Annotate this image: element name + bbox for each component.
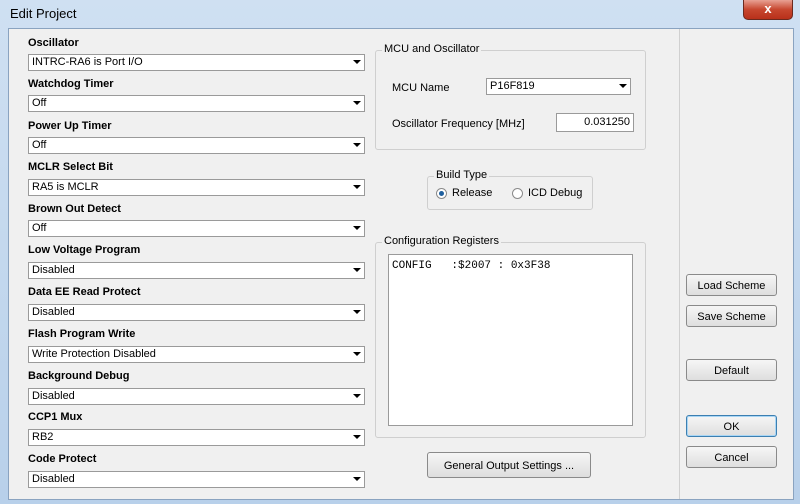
oscillator-combo[interactable]: INTRC-RA6 is Port I/O: [28, 54, 365, 71]
code-protect-value: Disabled: [32, 473, 75, 485]
save-scheme-label: Save Scheme: [697, 311, 766, 323]
mcu-name-value: P16F819: [490, 80, 535, 92]
chevron-down-icon: [353, 268, 361, 272]
build-type-group: Build Type Release ICD Debug: [427, 169, 593, 210]
mcu-name-combo[interactable]: P16F819: [486, 78, 631, 95]
chevron-down-icon: [353, 435, 361, 439]
chevron-down-icon: [353, 310, 361, 314]
power-up-timer-value: Off: [32, 139, 47, 151]
mclr-select-bit-combo[interactable]: RA5 is MCLR: [28, 179, 365, 196]
background-debug-label: Background Debug: [28, 370, 130, 382]
general-output-settings-button[interactable]: General Output Settings ...: [427, 452, 591, 478]
mcu-oscillator-group: MCU and Oscillator MCU Name P16F819 Osci…: [375, 43, 646, 150]
background-debug-combo[interactable]: Disabled: [28, 388, 365, 405]
save-scheme-button[interactable]: Save Scheme: [686, 305, 777, 327]
mcu-oscillator-group-title: MCU and Oscillator: [382, 43, 482, 55]
data-ee-read-protect-value: Disabled: [32, 306, 75, 318]
general-output-settings-label: General Output Settings ...: [443, 460, 575, 472]
power-up-timer-combo[interactable]: Off: [28, 137, 365, 154]
background-debug-value: Disabled: [32, 390, 75, 402]
flash-program-write-label: Flash Program Write: [28, 328, 136, 340]
load-scheme-label: Load Scheme: [697, 280, 766, 292]
oscillator-frequency-label: Oscillator Frequency [MHz]: [392, 118, 525, 130]
code-protect-combo[interactable]: Disabled: [28, 471, 365, 488]
flash-program-write-combo[interactable]: Write Protection Disabled: [28, 346, 365, 363]
configuration-registers-group: Configuration Registers CONFIG :$2007 : …: [375, 235, 646, 438]
release-radio-label[interactable]: Release: [452, 187, 492, 199]
code-protect-label: Code Protect: [28, 453, 97, 465]
icd-debug-radio-label[interactable]: ICD Debug: [528, 187, 582, 199]
low-voltage-program-combo[interactable]: Disabled: [28, 262, 365, 279]
mclr-select-bit-value: RA5 is MCLR: [32, 181, 99, 193]
chevron-down-icon: [353, 185, 361, 189]
flash-program-write-value: Write Protection Disabled: [32, 348, 156, 360]
edit-project-window: Edit Project x Oscillator INTRC-RA6 is P…: [0, 0, 800, 504]
low-voltage-program-value: Disabled: [32, 264, 75, 276]
ok-label: OK: [723, 421, 740, 433]
configuration-registers-textbox[interactable]: CONFIG :$2007 : 0x3F38: [388, 254, 633, 426]
oscillator-frequency-input[interactable]: 0.031250: [556, 113, 634, 132]
low-voltage-program-label: Low Voltage Program: [28, 244, 141, 256]
ccp1-mux-value: RB2: [32, 431, 54, 443]
ccp1-mux-label: CCP1 Mux: [28, 411, 83, 423]
default-label: Default: [714, 365, 749, 377]
chevron-down-icon: [353, 101, 361, 105]
watchdog-timer-value: Off: [32, 97, 47, 109]
data-ee-read-protect-combo[interactable]: Disabled: [28, 304, 365, 321]
oscillator-label: Oscillator: [28, 37, 79, 49]
chevron-down-icon: [353, 394, 361, 398]
close-icon: x: [764, 1, 772, 16]
mclr-select-bit-label: MCLR Select Bit: [28, 161, 113, 173]
title-bar: Edit Project x: [0, 0, 800, 27]
cancel-label: Cancel: [714, 452, 749, 464]
data-ee-read-protect-label: Data EE Read Protect: [28, 286, 141, 298]
oscillator-value: INTRC-RA6 is Port I/O: [32, 56, 143, 68]
oscillator-frequency-value: 0.031250: [584, 116, 630, 128]
watchdog-timer-combo[interactable]: Off: [28, 95, 365, 112]
chevron-down-icon: [353, 352, 361, 356]
power-up-timer-label: Power Up Timer: [28, 120, 112, 132]
load-scheme-button[interactable]: Load Scheme: [686, 274, 777, 296]
brown-out-detect-value: Off: [32, 222, 47, 234]
build-type-group-title: Build Type: [434, 169, 490, 181]
default-button[interactable]: Default: [686, 359, 777, 381]
watchdog-timer-label: Watchdog Timer: [28, 78, 114, 90]
brown-out-detect-combo[interactable]: Off: [28, 220, 365, 237]
dialog-client-area: Oscillator INTRC-RA6 is Port I/O Watchdo…: [8, 28, 794, 500]
chevron-down-icon: [353, 477, 361, 481]
icd-debug-radio[interactable]: [512, 188, 523, 199]
chevron-down-icon: [353, 143, 361, 147]
brown-out-detect-label: Brown Out Detect: [28, 203, 121, 215]
release-radio[interactable]: [436, 188, 447, 199]
ccp1-mux-combo[interactable]: RB2: [28, 429, 365, 446]
mcu-name-label: MCU Name: [392, 82, 450, 94]
chevron-down-icon: [353, 226, 361, 230]
configuration-registers-text: CONFIG :$2007 : 0x3F38: [392, 260, 551, 272]
chevron-down-icon: [619, 84, 627, 88]
window-title: Edit Project: [10, 6, 77, 21]
configuration-registers-group-title: Configuration Registers: [382, 235, 501, 247]
close-button[interactable]: x: [743, 0, 793, 20]
ok-button[interactable]: OK: [686, 415, 777, 437]
chevron-down-icon: [353, 60, 361, 64]
cancel-button[interactable]: Cancel: [686, 446, 777, 468]
